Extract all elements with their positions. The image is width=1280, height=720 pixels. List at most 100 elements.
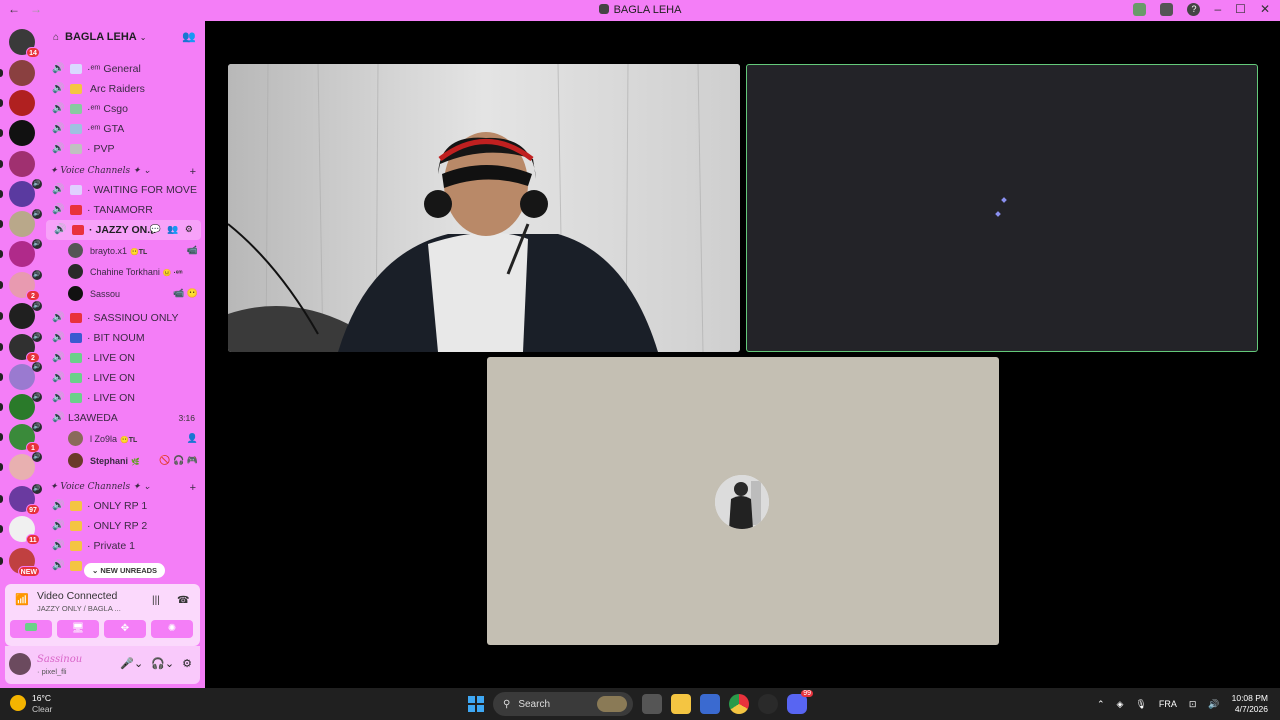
chevron-up-icon[interactable]: ⌃ xyxy=(1097,699,1105,710)
channel-label: GTA xyxy=(103,123,125,135)
server-icon[interactable] xyxy=(0,120,35,146)
language-indicator[interactable]: FRA xyxy=(1159,699,1177,709)
voice-channel[interactable]: 🔊 · PVP xyxy=(44,139,205,159)
camera-tile[interactable] xyxy=(228,64,740,352)
microsoft-store-icon[interactable] xyxy=(700,694,720,714)
window-title: BAGLA LEHA xyxy=(613,4,682,16)
voice-channel[interactable]: 🔊 · WAITING FOR MOVE xyxy=(44,180,205,200)
discord-icon[interactable]: 99 xyxy=(787,690,813,714)
server-icon[interactable]: 🔊 xyxy=(0,392,42,420)
network-icon[interactable]: ⊡ xyxy=(1189,699,1197,710)
weather-widget[interactable]: 16°C Clear xyxy=(10,693,52,715)
headphones-icon[interactable]: 🎧⌄ xyxy=(151,657,174,670)
server-icon[interactable]: 🔊 xyxy=(0,452,42,480)
channel-label: LIVE ON xyxy=(93,352,135,364)
microphone-icon[interactable]: 🎤⌄ xyxy=(120,657,143,670)
voice-user[interactable]: brayto.x1 😶TL 📹 xyxy=(68,241,201,261)
volume-icon[interactable]: 🔊 xyxy=(1208,699,1219,710)
server-header[interactable]: ⌂ BAGLA LEHA ⌄ 👥 xyxy=(44,21,205,53)
voice-channel[interactable]: 🔊 · LIVE ON xyxy=(44,368,205,388)
screen-share-button[interactable]: 🖥 xyxy=(57,620,99,638)
camera-button[interactable] xyxy=(10,620,52,638)
server-icon[interactable]: 14 xyxy=(9,29,40,58)
soundboard-button[interactable]: ✺ xyxy=(151,620,193,638)
minimize-icon[interactable]: – xyxy=(1214,2,1221,16)
channel-category[interactable]: ✦ Voice Channels ✦ ⌄ + xyxy=(50,482,200,496)
activities-button[interactable]: ✥ xyxy=(104,620,146,638)
avatar[interactable] xyxy=(9,653,31,675)
server-icon[interactable]: 🔊 xyxy=(0,179,42,207)
server-icon[interactable]: 🔊 xyxy=(0,301,42,329)
channel-emoji-icon xyxy=(70,501,82,511)
video-tile-loading[interactable] xyxy=(746,64,1258,352)
server-icon[interactable]: 🔊 xyxy=(0,362,42,390)
microphone-tray-icon[interactable]: 🎙 xyxy=(1135,699,1146,710)
add-channel-icon[interactable]: + xyxy=(190,166,196,178)
server-icon[interactable]: 🔊 1 xyxy=(0,422,42,453)
voice-channel[interactable]: 🔊 ·ᵉᵐ General xyxy=(44,59,205,79)
voice-channel[interactable]: 🔊 ·ᵉᵐ Csgo xyxy=(44,99,205,119)
inbox-icon[interactable] xyxy=(1160,2,1174,16)
server-icon[interactable]: 🔊 97 xyxy=(0,484,42,515)
voice-status[interactable]: Video Connected xyxy=(37,590,117,602)
voice-channel[interactable]: 🔊 · SASSINOU ONLY xyxy=(44,308,205,328)
voice-channel-active[interactable]: 🔊 · JAZZY ON... 💬 👥 ⚙ xyxy=(46,220,201,240)
avatar xyxy=(68,431,83,446)
steam-icon[interactable] xyxy=(758,694,778,714)
maximize-icon[interactable]: ☐ xyxy=(1235,2,1246,16)
server-icon[interactable] xyxy=(0,151,35,177)
participant-tile[interactable] xyxy=(487,357,999,645)
server-icon[interactable]: 🔊 2 xyxy=(0,332,42,363)
server-icon[interactable]: 🔊 xyxy=(0,239,42,267)
speaker-icon: 🔊 xyxy=(52,143,65,154)
user-label: Chahine Torkhani xyxy=(90,267,160,277)
activity-icon[interactable] xyxy=(1133,2,1147,16)
channel-prefix: · xyxy=(87,540,91,552)
windows-start-icon[interactable] xyxy=(468,696,484,712)
invite-people-icon[interactable]: 👥 xyxy=(182,30,196,43)
unread-pill xyxy=(0,343,3,351)
tray-app-icon[interactable]: ◈ xyxy=(1116,699,1123,710)
settings-gear-icon[interactable]: ⚙ xyxy=(182,657,192,670)
connection-icon[interactable]: 📶 xyxy=(13,593,31,611)
server-icon[interactable]: 🔊 xyxy=(0,209,42,237)
voice-channel[interactable]: 🔊 · Private 1 xyxy=(44,536,205,556)
voice-user[interactable]: Chahine Torkhani 😐 ·ᵉᵐ xyxy=(68,262,201,282)
voice-user[interactable]: Stephani 🌿 🚫 🎧 🎮 xyxy=(68,451,201,471)
speaker-icon: 🔊 xyxy=(52,372,65,383)
chrome-icon[interactable] xyxy=(729,694,749,714)
voice-channel[interactable]: 🔊 · LIVE ON xyxy=(44,388,205,408)
voice-user[interactable]: Sassou 📹 😶 xyxy=(68,284,201,304)
new-unreads-button[interactable]: ⌄ NEW UNREADS xyxy=(84,563,166,578)
voice-channel-path[interactable]: JAZZY ONLY / BAGLA ... xyxy=(37,604,121,613)
voice-channel[interactable]: 🔊 ·ᵉᵐ GTA xyxy=(44,119,205,139)
channel-action-icons[interactable]: 💬 👥 ⚙ xyxy=(150,224,195,235)
voice-channel[interactable]: 🔊 Arc Raiders xyxy=(44,79,205,99)
voice-channel[interactable]: 🔊 · TANAMORR xyxy=(44,200,205,220)
channel-label: TANAMORR xyxy=(93,204,153,216)
disconnect-icon[interactable]: ☎ xyxy=(177,595,189,606)
voice-channel[interactable]: 🔊 · ONLY RP 2 xyxy=(44,516,205,536)
voice-channel[interactable]: 🔊 · BIT NOUM xyxy=(44,328,205,348)
file-explorer-icon[interactable] xyxy=(671,694,691,714)
noise-suppression-icon[interactable]: ||| xyxy=(152,595,160,606)
channel-label: General xyxy=(103,63,141,75)
clock[interactable]: 10:08 PM 4/7/2026 xyxy=(1232,693,1268,715)
time: 10:08 PM xyxy=(1231,693,1268,703)
voice-channel[interactable]: 🔊 · ONLY RP 1 xyxy=(44,496,205,516)
server-icon[interactable] xyxy=(0,60,35,86)
server-icon[interactable]: NEW xyxy=(0,548,40,577)
server-icon[interactable] xyxy=(0,90,35,116)
voice-channel[interactable]: 🔊 · LIVE ON xyxy=(44,348,205,368)
taskbar-search[interactable]: ⚲ Search xyxy=(493,692,633,716)
add-channel-icon[interactable]: + xyxy=(190,482,196,494)
help-icon[interactable]: ? xyxy=(1187,2,1201,16)
close-icon[interactable]: ✕ xyxy=(1260,2,1270,16)
task-view-icon[interactable] xyxy=(642,694,662,714)
voice-channel[interactable]: 🔊 L3AWEDA 3:16 xyxy=(44,408,205,428)
server-icon[interactable]: 🔊 2 xyxy=(0,270,42,301)
voice-user[interactable]: l Zo9la 😶TL 👤 xyxy=(68,429,201,449)
server-icon[interactable]: 11 xyxy=(0,516,40,545)
user-name[interactable]: Sassinou xyxy=(37,654,82,665)
channel-category[interactable]: ✦ Voice Channels ✦ ⌄ + xyxy=(50,166,200,180)
